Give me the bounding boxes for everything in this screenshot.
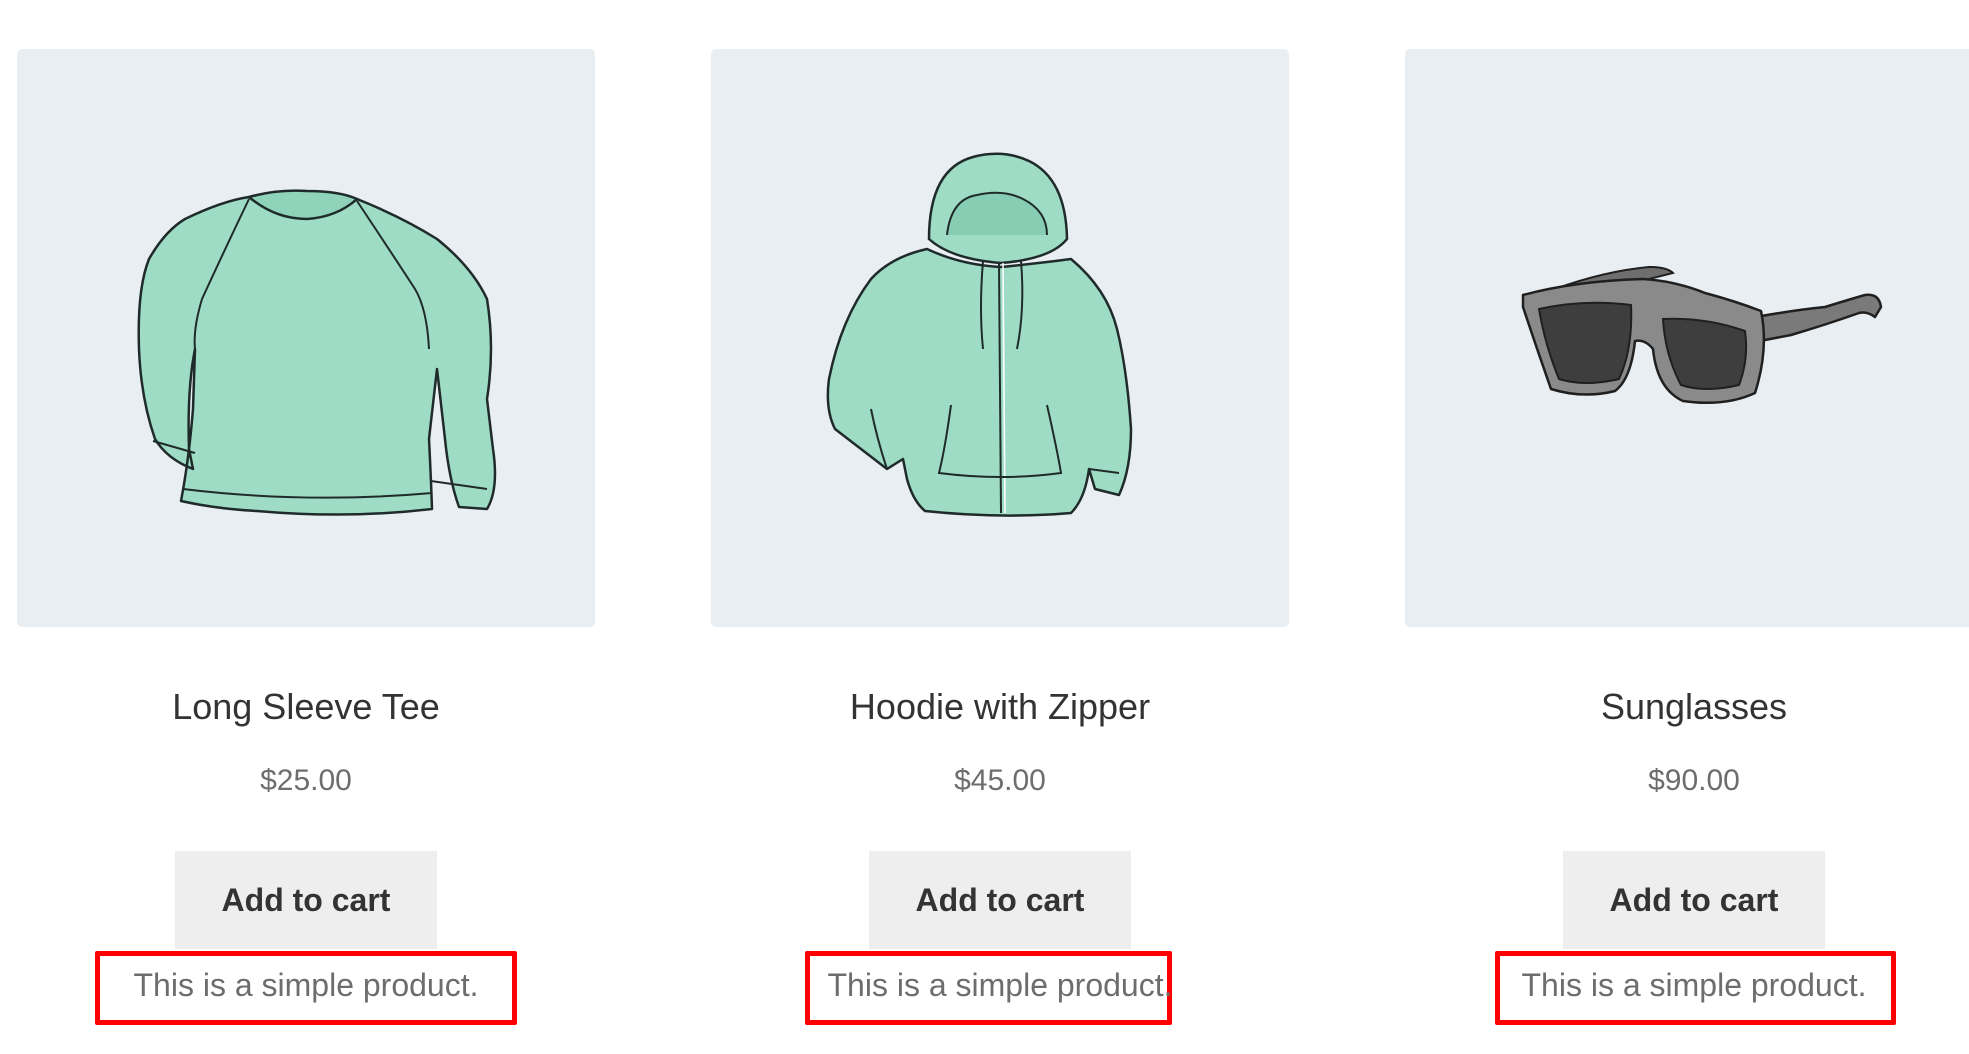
- product-description: This is a simple product.: [133, 967, 479, 1003]
- product-card-sunglasses: Sunglasses $90.00 Add to cart This is a …: [1405, 49, 1969, 1025]
- product-title[interactable]: Hoodie with Zipper: [711, 685, 1289, 729]
- product-price: $25.00: [260, 764, 352, 797]
- product-grid: Long Sleeve Tee $25.00 Add to cart This …: [0, 0, 1969, 1054]
- add-to-cart-button[interactable]: Add to cart: [1563, 851, 1825, 949]
- long-sleeve-tee-icon: [137, 189, 497, 516]
- product-description: This is a simple product.: [827, 967, 1173, 1003]
- hoodie-icon: [826, 152, 1133, 517]
- product-image-hoodie-with-zipper[interactable]: [711, 49, 1289, 627]
- product-card-hoodie-with-zipper: Hoodie with Zipper $45.00 Add to cart Th…: [711, 49, 1289, 1025]
- product-price: $90.00: [1648, 764, 1740, 797]
- sunglasses-icon: [1521, 265, 1883, 405]
- product-title[interactable]: Long Sleeve Tee: [17, 685, 595, 729]
- product-image-long-sleeve-tee[interactable]: [17, 49, 595, 627]
- add-to-cart-button[interactable]: Add to cart: [175, 851, 437, 949]
- product-image-sunglasses[interactable]: [1405, 49, 1969, 627]
- product-title[interactable]: Sunglasses: [1405, 685, 1969, 729]
- product-card-long-sleeve-tee: Long Sleeve Tee $25.00 Add to cart This …: [17, 49, 595, 1025]
- product-price: $45.00: [954, 764, 1046, 797]
- add-to-cart-button[interactable]: Add to cart: [869, 851, 1131, 949]
- product-description: This is a simple product.: [1521, 967, 1867, 1003]
